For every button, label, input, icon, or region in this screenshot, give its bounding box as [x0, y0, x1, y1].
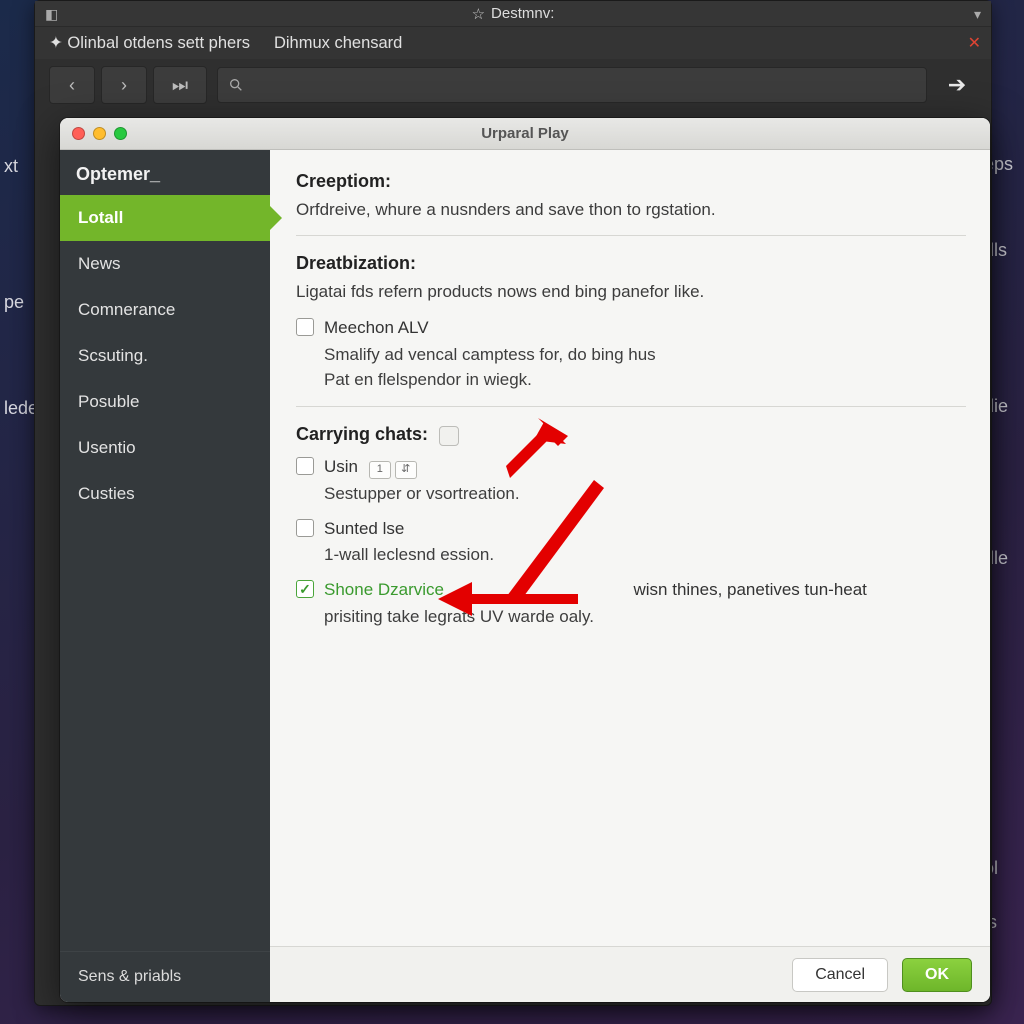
cancel-button[interactable]: Cancel [792, 958, 888, 992]
sidebar-item-comnerance[interactable]: Comnerance [60, 287, 270, 333]
checkbox-label: Shone Dzarvice wisn thines, panetives tu… [324, 578, 867, 603]
sidebar-header: Optemer_ [60, 150, 270, 195]
checkbox-label: Meechon ALV [324, 316, 429, 341]
option-subtext: Sestupper or vsortreation. [324, 482, 966, 507]
sidebar-item-custies[interactable]: Custies [60, 471, 270, 517]
option-subtext: Smalify ad vencal camptess for, do bing … [324, 343, 966, 368]
help-icon[interactable] [439, 426, 459, 446]
toolbar: ‹ › ⏭ ➔ [35, 59, 991, 111]
window-titlebar[interactable]: ◧ ☆ Destmnv: ▾ [35, 1, 991, 27]
checkbox-usin[interactable] [296, 457, 314, 475]
option-subtext: prisiting take legrats UV warde oaly. [324, 605, 966, 630]
search-icon [228, 77, 244, 93]
sidebar-item-usentio[interactable]: Usentio [60, 425, 270, 471]
dialog-titlebar[interactable]: Urparal Play [60, 118, 990, 150]
sidebar-footer[interactable]: Sens & priabls [60, 951, 270, 1002]
window-control-icon[interactable]: ▾ [974, 6, 981, 23]
section-text: Ligatai fds refern products nows end bin… [296, 280, 966, 305]
checkbox-sunted[interactable] [296, 519, 314, 537]
go-arrow-button[interactable]: ➔ [937, 67, 977, 103]
tab-secondary[interactable]: Dihmux chensard [274, 34, 402, 53]
checkbox-label: Sunted lse [324, 517, 404, 542]
sidebar-item-lotall[interactable]: Lotall [60, 195, 270, 241]
window-title: Destmnv: [491, 5, 554, 22]
option-subtext: Pat en flelspendor in wiegk. [324, 368, 966, 393]
preferences-content: Creeptiom: Orfdreive, whure a nusnders a… [270, 150, 990, 946]
checkbox-shone[interactable] [296, 580, 314, 598]
number-field[interactable]: 1 [369, 461, 391, 479]
preferences-sidebar: Optemer_ Lotall News Comnerance Scsuting… [60, 150, 270, 1002]
section-text: Orfdreive, whure a nusnders and save tho… [296, 198, 966, 223]
window-menu-icon[interactable]: ◧ [45, 6, 58, 23]
checkbox-label: Usin 1 ⇵ [324, 455, 417, 480]
nav-back-button[interactable]: ‹ [49, 66, 95, 104]
search-input[interactable] [217, 67, 927, 103]
section-title: Carrying chats: [296, 421, 966, 447]
option-subtext: 1-wall leclesnd ession. [324, 543, 966, 568]
dialog-title: Urparal Play [60, 125, 990, 142]
sidebar-item-news[interactable]: News [60, 241, 270, 287]
checkbox-meechon[interactable] [296, 318, 314, 336]
nav-forward-button[interactable]: › [101, 66, 147, 104]
divider [296, 406, 966, 407]
preferences-dialog: Urparal Play Optemer_ Lotall News Comner… [60, 118, 990, 1002]
desktop-label: pe [4, 292, 24, 313]
stepper-icon[interactable]: ⇵ [395, 461, 417, 479]
desktop-label: lede [4, 398, 38, 419]
sidebar-item-scsuting[interactable]: Scsuting. [60, 333, 270, 379]
close-icon[interactable]: ✕ [968, 33, 981, 53]
desktop-label: xt [4, 156, 18, 177]
sidebar-item-posuble[interactable]: Posuble [60, 379, 270, 425]
divider [296, 235, 966, 236]
star-icon: ☆ [472, 5, 485, 23]
tab-strip: ✦ Olinbal otdens sett phers Dihmux chens… [35, 27, 991, 59]
dialog-button-bar: Cancel OK [270, 946, 990, 1002]
nav-skip-button[interactable]: ⏭ [153, 66, 207, 104]
ok-button[interactable]: OK [902, 958, 972, 992]
tab-settings[interactable]: ✦ Olinbal otdens sett phers [49, 33, 250, 53]
section-title: Creeptiom: [296, 168, 966, 194]
section-title: Dreatbization: [296, 250, 966, 276]
